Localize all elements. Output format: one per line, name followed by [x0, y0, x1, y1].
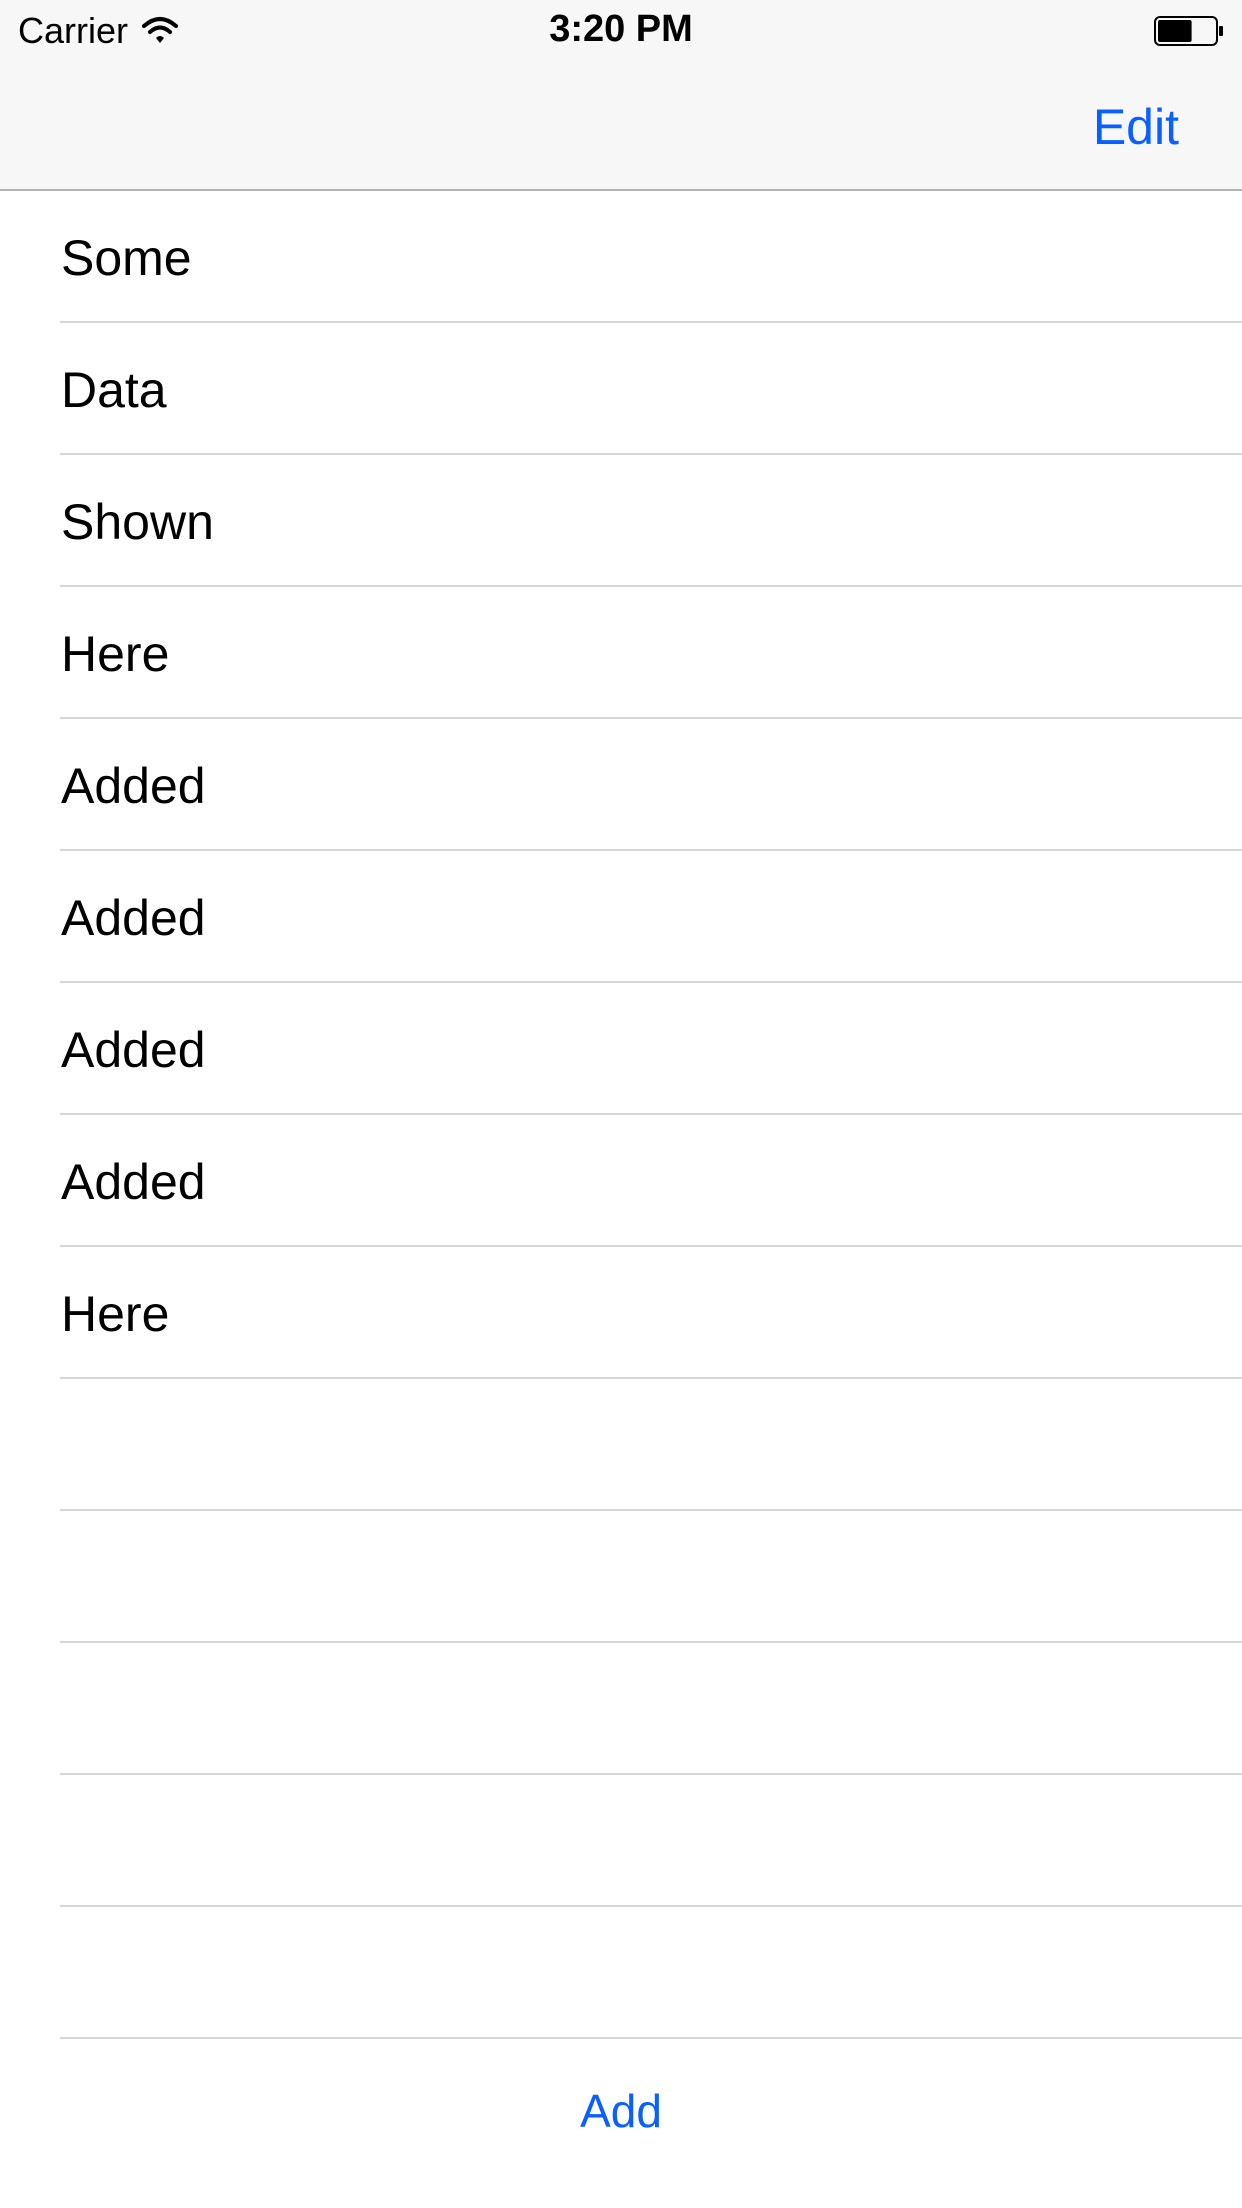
table-row[interactable]: Shown [0, 455, 1242, 587]
table-row[interactable] [0, 1643, 1242, 1775]
table-row[interactable]: Data [0, 323, 1242, 455]
row-label: Added [61, 758, 206, 814]
edit-button[interactable]: Edit [1093, 98, 1179, 156]
add-button[interactable]: Add [580, 2084, 662, 2138]
navigation-bar: Edit [0, 62, 1242, 191]
table-row[interactable]: Added [0, 719, 1242, 851]
table-row[interactable] [0, 1379, 1242, 1511]
table-row[interactable]: Added [0, 983, 1242, 1115]
row-label: Data [61, 362, 167, 418]
row-label: Shown [61, 494, 214, 550]
battery-level-fill [1158, 20, 1192, 42]
row-label: Some [61, 230, 192, 286]
battery-icon [1154, 16, 1223, 46]
row-label: Added [61, 1154, 206, 1210]
table-row[interactable] [0, 1907, 1242, 2039]
table-view: Some Data Shown Here Added Added Added Added Her… [0, 191, 1242, 2039]
table-row[interactable]: Added [0, 851, 1242, 983]
status-bar: Carrier 3:20 PM [0, 0, 1242, 62]
table-row[interactable]: Some [0, 191, 1242, 323]
row-label: Here [61, 626, 170, 682]
row-label: Added [61, 1022, 206, 1078]
table-row[interactable]: Added [0, 1115, 1242, 1247]
status-time: 3:20 PM [549, 8, 693, 50]
table-row[interactable] [0, 1775, 1242, 1907]
row-label: Here [61, 1286, 170, 1342]
table-row[interactable]: Here [0, 1247, 1242, 1379]
bottom-toolbar: Add [0, 2070, 1242, 2190]
table-row[interactable]: Here [0, 587, 1242, 719]
table-row[interactable] [0, 1511, 1242, 1643]
row-label: Added [61, 890, 206, 946]
